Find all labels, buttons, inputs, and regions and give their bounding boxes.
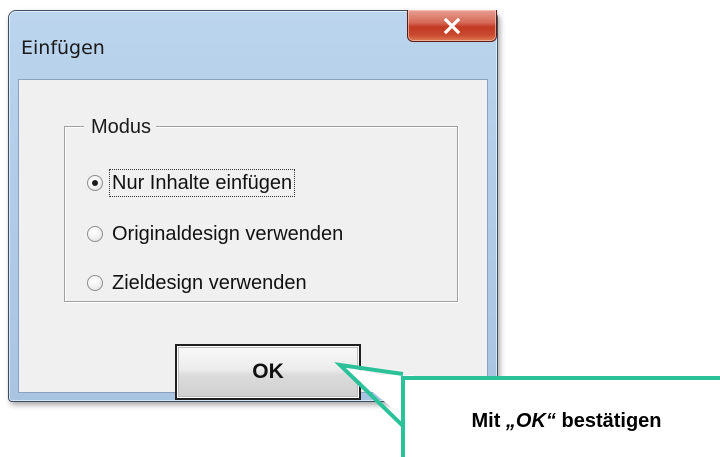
callout-suffix: bestätigen <box>555 410 662 432</box>
radio-label: Zieldesign verwenden <box>112 272 307 294</box>
radio-label: Originaldesign verwenden <box>112 223 344 245</box>
close-icon <box>443 17 461 34</box>
window-title: Einfügen <box>21 37 105 59</box>
callout-box: Mit „OK“ bestätigen <box>401 376 720 457</box>
ok-button[interactable]: OK <box>175 344 361 400</box>
callout-text: Mit „OK“ bestätigen <box>471 410 661 433</box>
callout-emphasis: „OK“ <box>505 410 556 432</box>
dialog-client-area: Modus Nur Inhalte einfügen Originaldesig… <box>18 79 488 400</box>
close-button[interactable] <box>407 10 497 42</box>
radio-button[interactable] <box>87 226 103 242</box>
radio-button[interactable] <box>87 275 103 291</box>
callout-prefix: Mit <box>471 410 506 432</box>
radio-option-content-only[interactable]: Nur Inhalte einfügen <box>87 169 296 197</box>
radio-option-target-design[interactable]: Zieldesign verwenden <box>87 270 309 296</box>
insert-dialog-window: Einfügen Modus Nur Inhalte einfügen Orig… <box>8 10 498 402</box>
groupbox-legend: Modus <box>84 115 157 139</box>
radio-button-checked[interactable] <box>87 175 103 191</box>
radio-label: Nur Inhalte einfügen <box>108 169 296 197</box>
radio-option-original-design[interactable]: Originaldesign verwenden <box>87 221 345 247</box>
